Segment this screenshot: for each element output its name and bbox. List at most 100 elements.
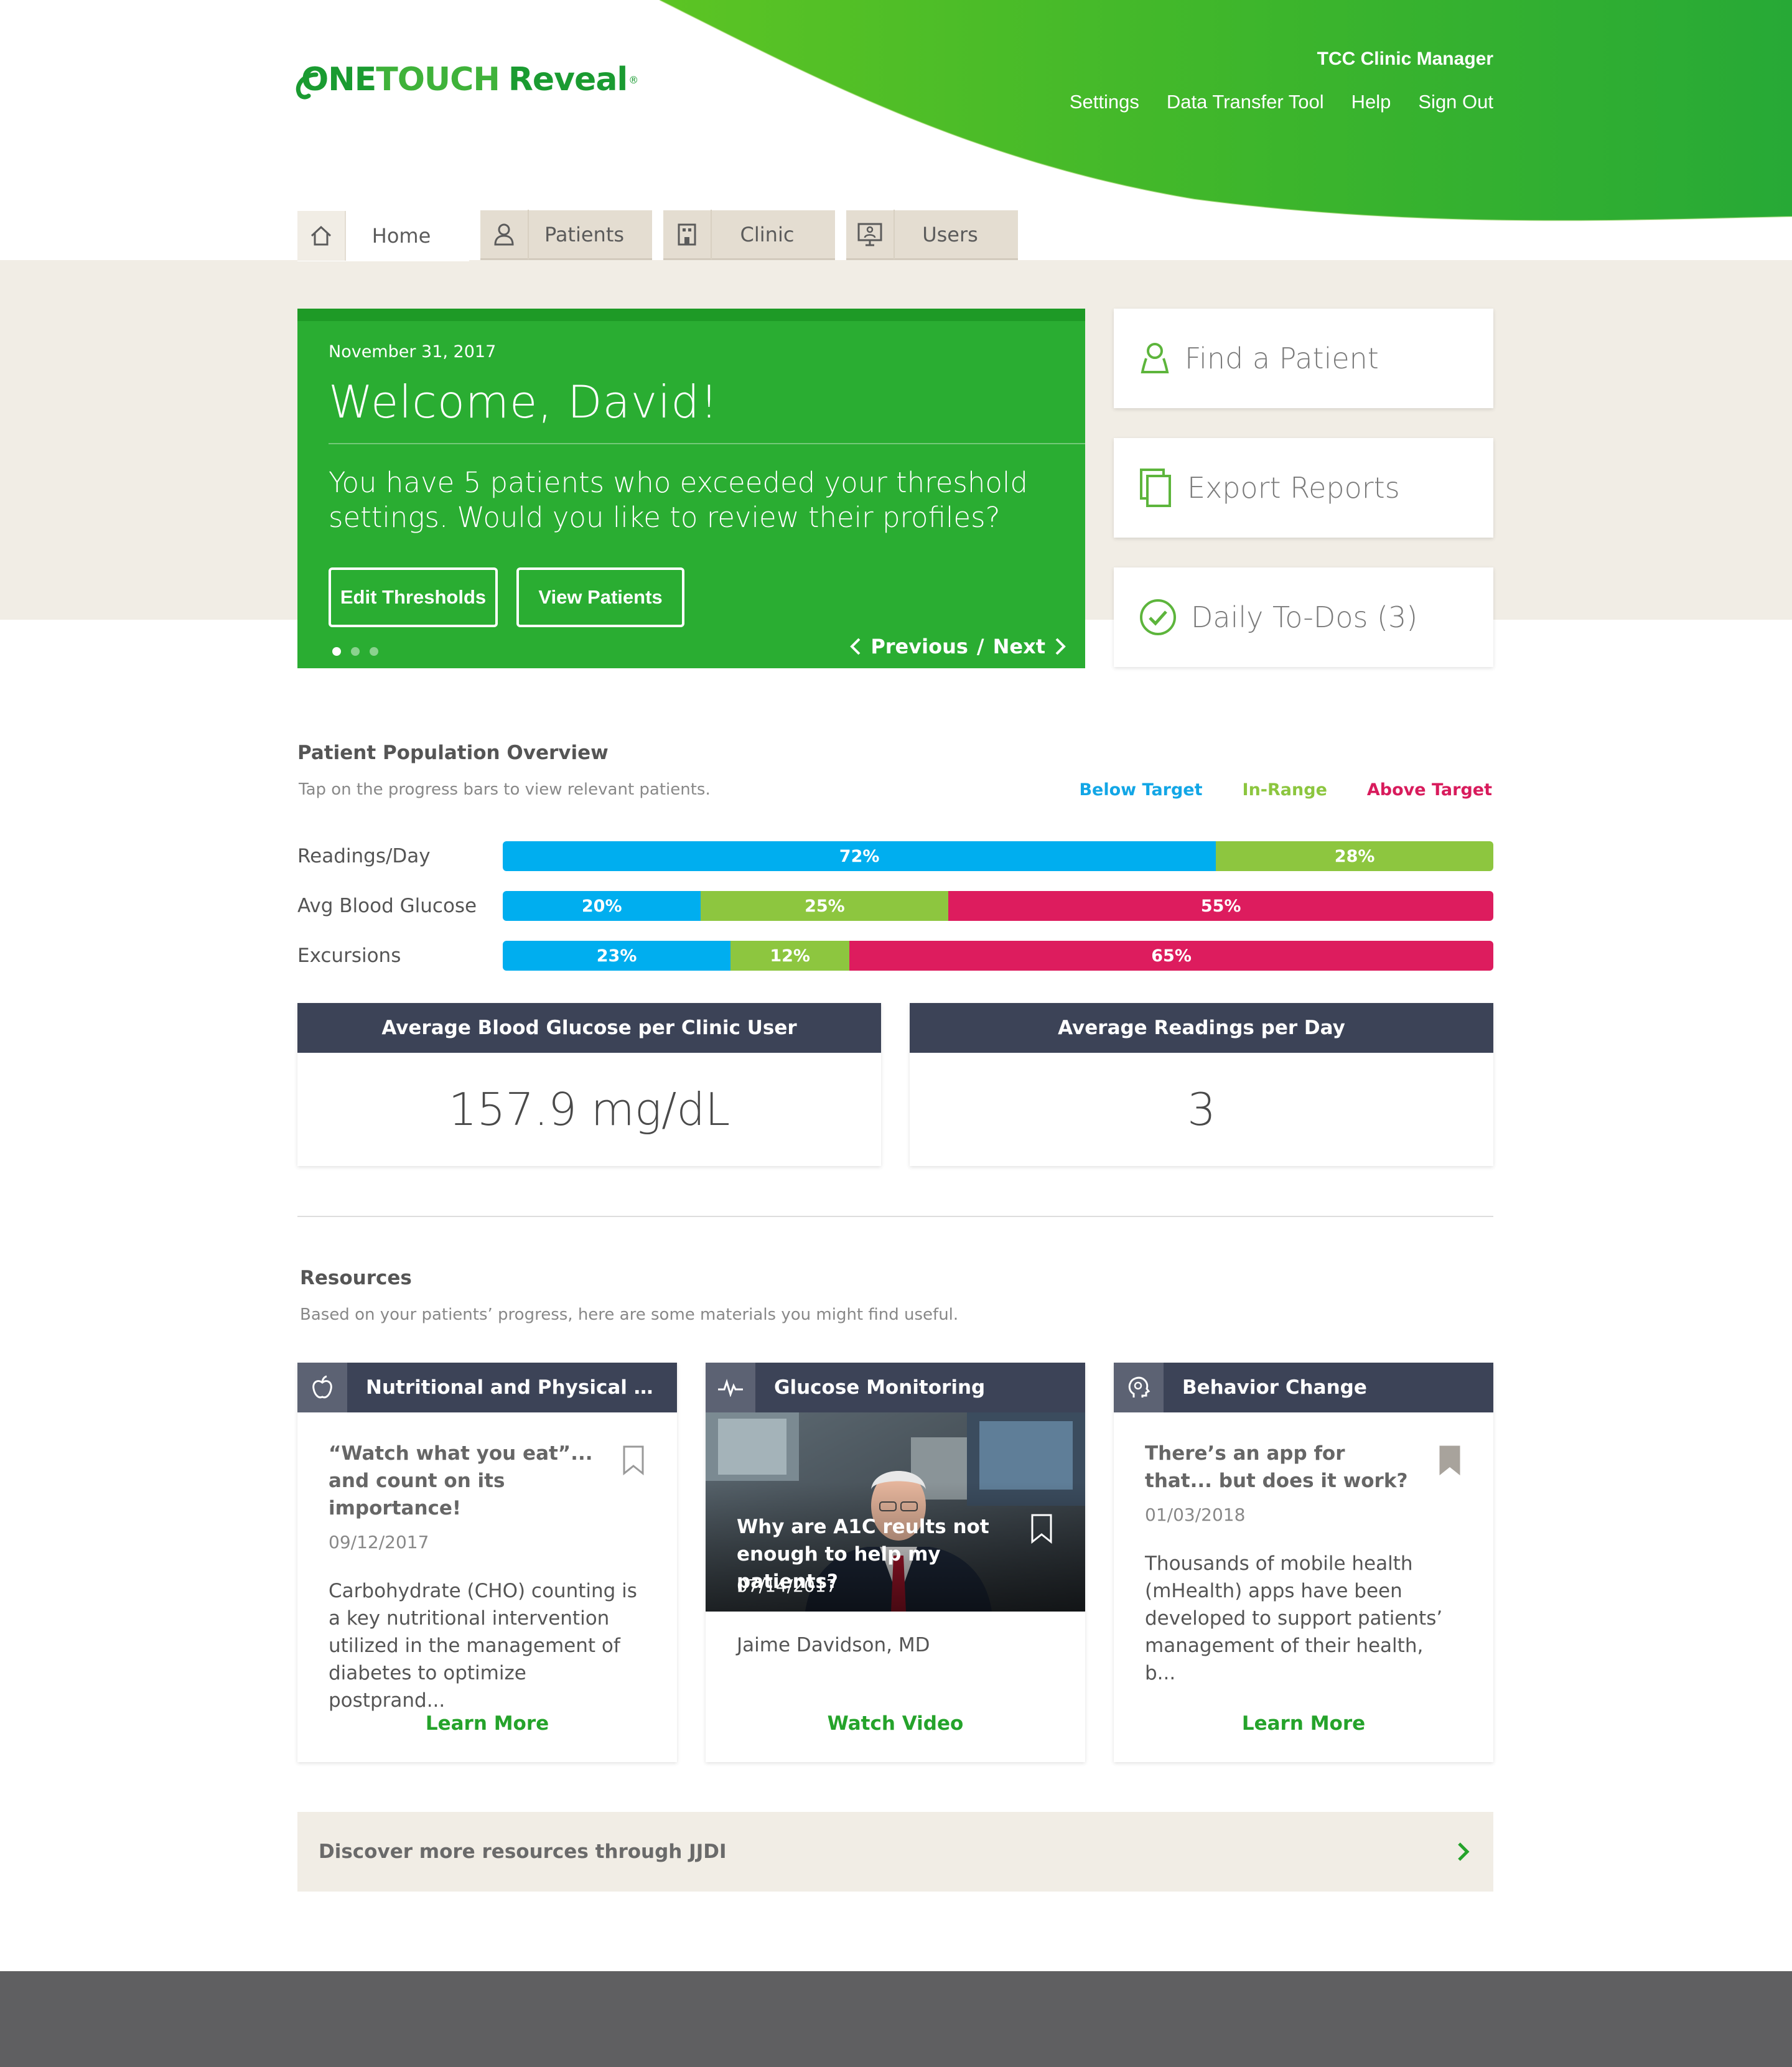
discover-resources-banner[interactable]: Discover more resources through JJDI bbox=[297, 1812, 1493, 1892]
progress-segment-inrange[interactable]: 28% bbox=[1216, 841, 1493, 871]
tab-clinic-label: Clinic bbox=[740, 222, 795, 246]
nav-help[interactable]: Help bbox=[1351, 91, 1391, 113]
progress-bar[interactable]: 23% 12% 65% bbox=[503, 941, 1493, 971]
bookmark-icon[interactable] bbox=[622, 1445, 645, 1476]
avg-glucose-stat-card: Average Blood Glucose per Clinic User 15… bbox=[297, 1003, 881, 1166]
welcome-title: Welcome, David! bbox=[329, 376, 719, 428]
resources-title: Resources bbox=[300, 1267, 412, 1289]
nav-data-transfer-tool[interactable]: Data Transfer Tool bbox=[1167, 91, 1324, 113]
bookmark-filled-icon[interactable] bbox=[1439, 1445, 1461, 1476]
overview-legend: Below Target In-Range Above Target bbox=[1079, 780, 1492, 800]
progress-row-avg-glucose: Avg Blood Glucose 20% 25% 55% bbox=[297, 891, 1493, 921]
bookmark-icon[interactable] bbox=[1030, 1513, 1053, 1544]
legend-above-target: Above Target bbox=[1366, 780, 1492, 800]
onetouch-reveal-logo[interactable]: ONE TOUCH Reveal ® bbox=[296, 55, 638, 105]
carousel-next[interactable]: Next bbox=[993, 635, 1045, 658]
logo-swoosh-icon bbox=[296, 72, 319, 100]
carousel-separator: / bbox=[976, 635, 984, 658]
legend-in-range: In-Range bbox=[1242, 780, 1327, 800]
progress-segment-above[interactable]: 65% bbox=[849, 941, 1493, 971]
welcome-message: You have 5 patients who exceeded your th… bbox=[329, 466, 1028, 534]
resource-card-behavior[interactable]: Behavior Change There’s an app for that.… bbox=[1114, 1363, 1493, 1762]
home-icon bbox=[297, 211, 346, 261]
tab-clinic[interactable]: Clinic bbox=[663, 209, 835, 260]
progress-row-label: Avg Blood Glucose bbox=[297, 895, 477, 917]
progress-bar[interactable]: 72% 28% bbox=[503, 841, 1493, 871]
progress-segment-below[interactable]: 23% bbox=[503, 941, 731, 971]
resource-card-body: There’s an app for that... but does it w… bbox=[1114, 1412, 1493, 1687]
resources-hint: Based on your patients’ progress, here a… bbox=[300, 1305, 959, 1324]
chevron-right-icon[interactable] bbox=[1456, 1841, 1471, 1862]
find-patient-label: Find a Patient bbox=[1185, 342, 1379, 375]
logo-touch: TOUCH bbox=[376, 61, 500, 98]
resource-card-header: Nutritional and Physical Activ... bbox=[297, 1363, 677, 1412]
carousel-dot-1[interactable] bbox=[332, 647, 341, 656]
carousel-dot-3[interactable] bbox=[370, 647, 378, 656]
discover-resources-label: Discover more resources through JJDI bbox=[319, 1841, 727, 1863]
learn-more-link[interactable]: Learn More bbox=[297, 1712, 677, 1735]
tab-home[interactable]: Home bbox=[297, 210, 469, 261]
tab-patients-label: Patients bbox=[544, 222, 625, 246]
chevron-right-icon[interactable] bbox=[1054, 637, 1066, 656]
progress-segment-below[interactable]: 72% bbox=[503, 841, 1216, 871]
tab-users-label: Users bbox=[922, 222, 978, 246]
carousel-previous[interactable]: Previous bbox=[870, 635, 968, 658]
resource-date: 09/12/2017 bbox=[329, 1532, 429, 1552]
overview-hint: Tap on the progress bars to view relevan… bbox=[299, 780, 711, 799]
carousel-nav: Previous / Next bbox=[849, 635, 1066, 658]
video-thumbnail[interactable]: Why are A1C reults not enough to help my… bbox=[706, 1412, 1085, 1612]
tab-home-label: Home bbox=[371, 224, 431, 248]
progress-bar[interactable]: 20% 25% 55% bbox=[503, 891, 1493, 921]
edit-thresholds-button[interactable]: Edit Thresholds bbox=[329, 567, 498, 627]
progress-segment-inrange[interactable]: 25% bbox=[701, 891, 949, 921]
resource-card-header: Behavior Change bbox=[1114, 1363, 1493, 1412]
video-date: 07/14/2017 bbox=[737, 1575, 838, 1596]
tab-users[interactable]: Users bbox=[846, 209, 1018, 260]
find-patient-card[interactable]: Find a Patient bbox=[1114, 309, 1493, 408]
avg-readings-stat-card: Average Readings per Day 3 bbox=[910, 1003, 1493, 1166]
video-author: Jaime Davidson, MD bbox=[737, 1634, 930, 1656]
page-footer bbox=[0, 1971, 1792, 2067]
daily-todos-label: Daily To-Dos (3) bbox=[1191, 600, 1418, 634]
legend-below-target: Below Target bbox=[1079, 780, 1203, 800]
stat-card-header: Average Blood Glucose per Clinic User bbox=[297, 1003, 881, 1053]
progress-segment-above[interactable]: 55% bbox=[948, 891, 1493, 921]
resource-title[interactable]: “Watch what you eat”... and count on its… bbox=[329, 1440, 602, 1522]
view-patients-button[interactable]: View Patients bbox=[516, 567, 684, 627]
welcome-date: November 31, 2017 bbox=[329, 342, 497, 362]
chevron-left-icon[interactable] bbox=[849, 637, 862, 656]
overview-title: Patient Population Overview bbox=[297, 742, 609, 764]
nav-settings[interactable]: Settings bbox=[1070, 91, 1139, 113]
carousel-dots bbox=[332, 647, 378, 656]
user-icon bbox=[480, 209, 529, 259]
resource-card-glucose[interactable]: Glucose Monitoring Why are A1C reults no… bbox=[706, 1363, 1085, 1762]
resource-title[interactable]: There’s an app for that... but does it w… bbox=[1145, 1440, 1419, 1495]
export-reports-label: Export Reports bbox=[1187, 471, 1400, 505]
learn-more-link[interactable]: Learn More bbox=[1114, 1712, 1493, 1735]
welcome-divider bbox=[329, 443, 1085, 444]
top-nav: Settings Data Transfer Tool Help Sign Ou… bbox=[1070, 91, 1493, 113]
section-divider bbox=[297, 1216, 1493, 1217]
apple-icon bbox=[297, 1363, 347, 1412]
logo-registered: ® bbox=[628, 73, 638, 86]
resource-category: Glucose Monitoring bbox=[774, 1376, 986, 1399]
progress-segment-inrange[interactable]: 12% bbox=[730, 941, 850, 971]
daily-todos-card[interactable]: Daily To-Dos (3) bbox=[1114, 567, 1493, 667]
carousel-dot-2[interactable] bbox=[351, 647, 360, 656]
stat-card-value: 3 bbox=[1187, 1083, 1216, 1136]
nav-sign-out[interactable]: Sign Out bbox=[1418, 91, 1493, 113]
resource-card-header: Glucose Monitoring bbox=[706, 1363, 1085, 1412]
tab-patients[interactable]: Patients bbox=[480, 209, 652, 260]
check-circle-icon bbox=[1140, 599, 1176, 635]
export-reports-card[interactable]: Export Reports bbox=[1114, 438, 1493, 538]
resource-card-nutrition[interactable]: Nutritional and Physical Activ... “Watch… bbox=[297, 1363, 677, 1762]
progress-segment-below[interactable]: 20% bbox=[503, 891, 701, 921]
building-icon bbox=[663, 209, 712, 259]
resource-category: Nutritional and Physical Activ... bbox=[366, 1376, 665, 1399]
resource-description: Carbohydrate (CHO) counting is a key nut… bbox=[329, 1580, 637, 1712]
monitor-user-icon bbox=[846, 209, 895, 259]
progress-row-excursions: Excursions 23% 12% 65% bbox=[297, 941, 1493, 971]
watch-video-link[interactable]: Watch Video bbox=[706, 1712, 1085, 1735]
welcome-banner: November 31, 2017 Welcome, David! You ha… bbox=[297, 309, 1085, 668]
pulse-icon bbox=[706, 1363, 755, 1412]
